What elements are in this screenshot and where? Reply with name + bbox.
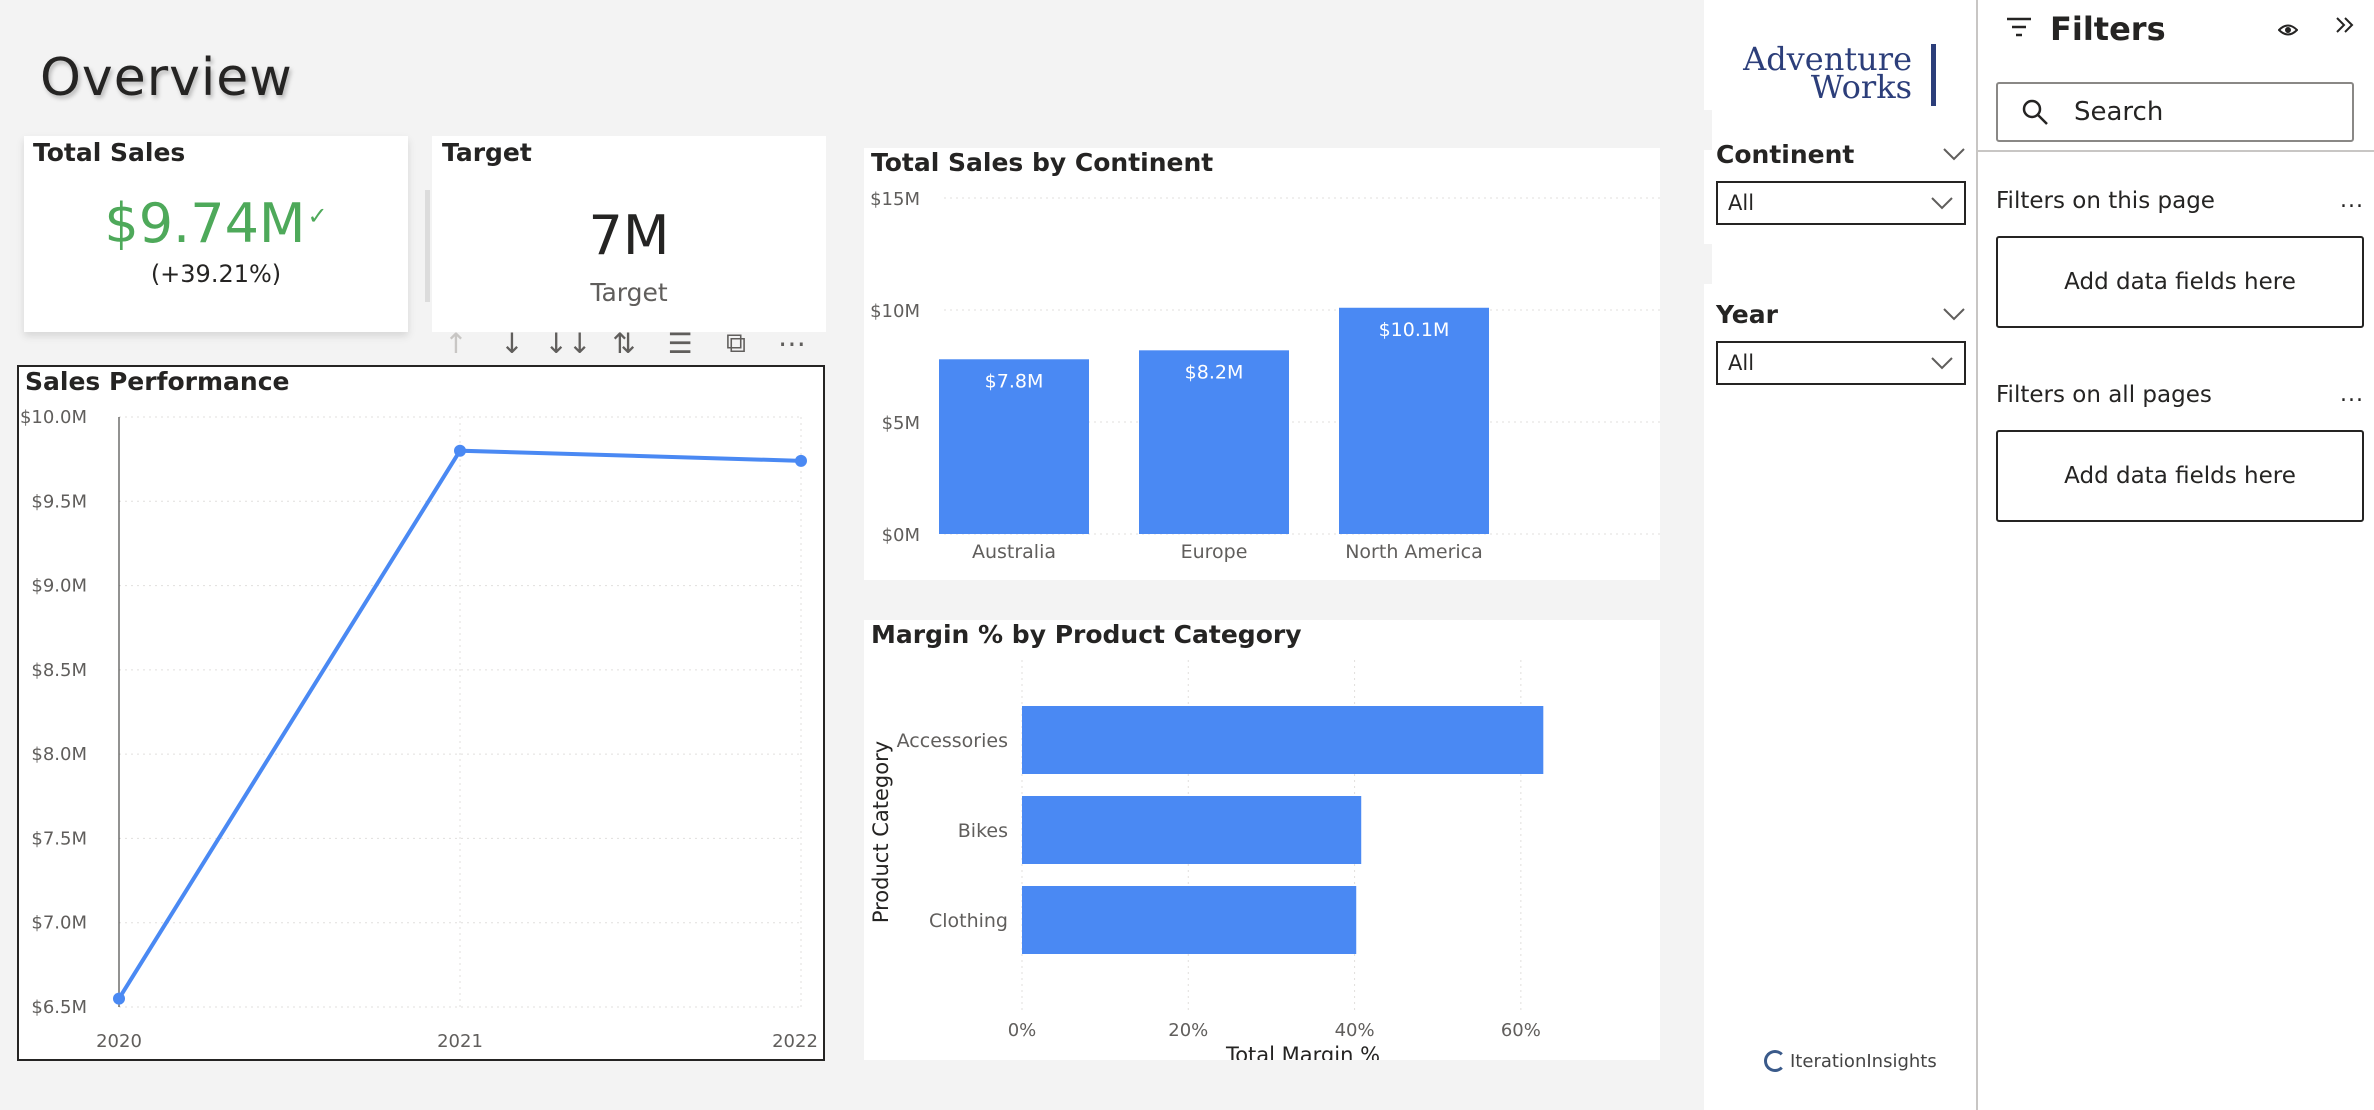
expand-hierarchy-icon[interactable]: ⇅ [596, 322, 652, 364]
x-tick-label: 2020 [96, 1031, 142, 1052]
continent-dropdown-value: All [1728, 191, 1755, 215]
y-tick-label: $9.5M [31, 491, 87, 512]
continent-dropdown[interactable]: All [1716, 181, 1966, 225]
x-tick-label: 0% [1008, 1020, 1037, 1041]
y-tick-label: Clothing [929, 910, 1008, 932]
page-filters-drop-zone[interactable]: Add data fields here [1996, 236, 2364, 328]
data-label: $8.2M [1185, 361, 1244, 383]
logo-line-2: Works [1810, 68, 1912, 106]
x-tick-label: Australia [972, 541, 1056, 563]
x-tick-label: 2022 [772, 1031, 818, 1052]
x-tick-label: 60% [1501, 1020, 1541, 1041]
total-sales-value: $9.74M✓ [24, 192, 408, 255]
filters-pane: Filters Filters on this page ... Add dat… [1976, 0, 2374, 1110]
margin-by-category-chart[interactable]: Margin % by Product Category 0% 20% 40% 60%… [864, 620, 1660, 1060]
y-axis-title: Product Category [869, 741, 893, 923]
filter-icon[interactable]: ☰ [652, 322, 708, 364]
drill-down-icon[interactable]: ↓ [484, 322, 540, 364]
sales-performance-chart[interactable]: Sales Performance $10.0M $9.5M $9.0M $8.5M $… [17, 365, 825, 1061]
filter-search-input[interactable] [2074, 97, 2334, 127]
year-slicer: Year All [1716, 300, 1966, 385]
more-options-icon[interactable]: ⋯ [764, 322, 820, 364]
bar [1022, 796, 1362, 864]
data-point [795, 454, 807, 467]
column-chart-svg: $15M $10M $5M $0M $7.8M Australia $8.2M Europe $… [870, 189, 1660, 563]
target-value: 7M [588, 204, 670, 267]
visual-header-toolbar: ↑ ↓ ↓↓ ⇅ ☰ ⧉ ⋯ [428, 322, 828, 364]
logo-bar [1931, 44, 1936, 106]
filters-on-this-page-label: Filters on this page [1996, 188, 2215, 214]
bar [1022, 706, 1544, 774]
target-card-divider [425, 190, 430, 302]
total-sales-card[interactable]: Total Sales $9.74M✓ (+39.21%) [24, 136, 408, 332]
search-icon [2020, 97, 2050, 127]
y-tick-label: Accessories [897, 730, 1008, 752]
y-tick-label: $7.5M [31, 828, 87, 849]
y-tick-label: $8.5M [31, 660, 87, 681]
bar [1339, 307, 1489, 534]
page-title: Overview [40, 48, 293, 108]
total-sales-title: Total Sales [33, 138, 186, 167]
more-options-icon[interactable]: ... [2340, 382, 2364, 407]
x-tick-label: North America [1345, 541, 1483, 563]
year-dropdown[interactable]: All [1716, 341, 1966, 385]
focus-mode-icon[interactable]: ⧉ [708, 322, 764, 364]
adventure-works-logo: Adventure Works [1740, 40, 1940, 112]
ring-icon [1764, 1050, 1786, 1072]
sales-by-continent-chart[interactable]: Total Sales by Continent $15M $10M $5M $0M $… [864, 148, 1660, 580]
x-tick-label: 2021 [437, 1031, 483, 1052]
iteration-insights-logo: IterationInsights [1764, 1050, 1937, 1072]
slicer-gap [1704, 244, 1712, 284]
chevron-down-icon[interactable] [1942, 302, 1966, 327]
target-label: Target [590, 278, 668, 307]
filters-divider [1978, 150, 2374, 152]
y-tick-label: $7.0M [31, 913, 87, 934]
bar-chart-svg: 0% 20% 40% 60% Accessories Bikes Clothing Total… [869, 660, 1544, 1060]
x-tick-label: 20% [1168, 1020, 1208, 1041]
chevron-down-icon[interactable] [1942, 142, 1966, 167]
target-title: Target [442, 138, 532, 167]
total-sales-delta: (+39.21%) [150, 260, 282, 288]
collapse-pane-icon[interactable] [2334, 12, 2356, 42]
line-chart-svg: $10.0M $9.5M $9.0M $8.5M $8.0M $7.5M $7.0M $6.5… [20, 407, 818, 1052]
y-tick-label: $6.5M [31, 997, 87, 1018]
y-tick-label: $9.0M [31, 576, 87, 597]
total-sales-amount: $9.74M [104, 192, 306, 255]
eye-icon[interactable] [2277, 18, 2299, 42]
data-label: $7.8M [985, 370, 1044, 392]
continent-slicer-label: Continent [1716, 140, 1855, 169]
slicer-gap [1704, 392, 1712, 432]
bar [1022, 886, 1357, 954]
drill-up-icon[interactable]: ↑ [428, 322, 484, 364]
target-card[interactable]: Target 7M Target [432, 136, 826, 332]
data-point [113, 992, 125, 1005]
data-point [454, 444, 466, 457]
y-tick-label: Bikes [958, 820, 1008, 842]
filters-on-all-pages-label: Filters on all pages [1996, 382, 2212, 408]
x-tick-label: Europe [1181, 541, 1248, 563]
continent-slicer: Continent All [1716, 140, 1966, 225]
more-options-icon[interactable]: ... [2340, 188, 2364, 213]
x-axis-title: Total Margin % [1225, 1043, 1380, 1060]
slicer-gap [1704, 110, 1712, 150]
iteration-insights-text: IterationInsights [1790, 1050, 1937, 1072]
data-label: $10.1M [1379, 319, 1450, 341]
y-tick-label: $0M [882, 525, 920, 546]
filters-title: Filters [2050, 10, 2166, 48]
chevron-down-icon [1930, 351, 1954, 375]
y-tick-label: $10.0M [20, 407, 87, 428]
year-dropdown-value: All [1728, 351, 1755, 375]
chevron-down-icon [1930, 191, 1954, 215]
y-tick-label: $5M [882, 413, 920, 434]
filter-search-box[interactable] [1996, 82, 2354, 142]
all-pages-filters-drop-zone[interactable]: Add data fields here [1996, 430, 2364, 522]
y-tick-label: $10M [870, 301, 920, 322]
y-tick-label: $15M [870, 189, 920, 210]
check-icon: ✓ [307, 202, 328, 230]
x-tick-label: 40% [1335, 1020, 1375, 1041]
filter-lines-icon [2007, 17, 2031, 37]
next-level-icon[interactable]: ↓↓ [540, 322, 596, 364]
year-slicer-label: Year [1716, 300, 1778, 329]
y-tick-label: $8.0M [31, 744, 87, 765]
